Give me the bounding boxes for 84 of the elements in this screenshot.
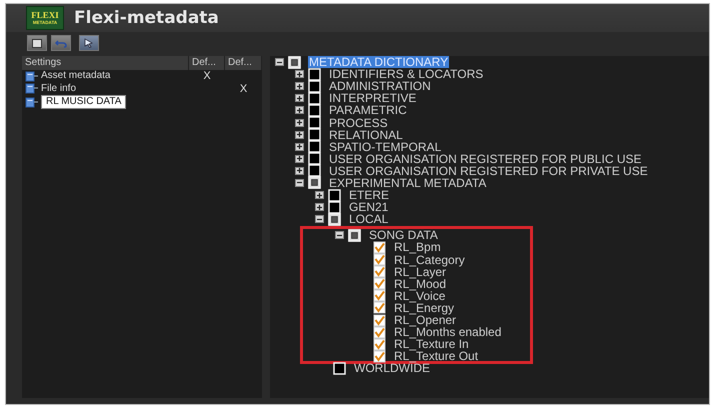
checkbox[interactable] (333, 362, 346, 375)
tree-item[interactable]: RL_Texture Out (393, 350, 480, 362)
checkbox[interactable] (308, 128, 321, 142)
logo-text: FLEXI (31, 10, 59, 20)
collapse-icon[interactable] (335, 231, 344, 240)
checkbox[interactable] (308, 152, 321, 166)
tree-item[interactable]: RL_Opener (393, 314, 458, 326)
tree-item[interactable]: RL_Voice (393, 290, 446, 302)
tree-item[interactable]: PROCESS (328, 116, 389, 129)
tree-item[interactable]: USER ORGANISATION REGISTERED FOR PUBLIC USE (328, 152, 642, 165)
tree-item[interactable]: WORLDWIDE (353, 362, 431, 374)
document-icon (25, 96, 39, 108)
tree-item[interactable]: RL_Layer (393, 266, 448, 278)
new-button[interactable] (27, 35, 47, 51)
tree-item[interactable]: RL_Texture In (393, 338, 470, 350)
checkbox[interactable] (308, 164, 321, 178)
undo-icon (55, 38, 67, 48)
checkbox[interactable] (308, 80, 321, 93)
checkbox[interactable] (308, 92, 321, 105)
expand-icon[interactable] (295, 130, 304, 139)
square-icon (32, 38, 42, 48)
checked-checkbox[interactable] (373, 326, 386, 339)
tree-item[interactable]: RELATIONAL (328, 128, 404, 141)
expand-icon[interactable] (295, 82, 304, 90)
cursor-icon (83, 38, 95, 48)
window-title: Flexi-metadata (74, 8, 219, 28)
checked-checkbox[interactable] (373, 338, 386, 351)
expand-icon[interactable] (295, 94, 304, 102)
table-cell-text: X (202, 70, 212, 82)
tree-item[interactable]: RL_Mood (393, 278, 448, 290)
rename-field[interactable]: RL MUSIC DATA (41, 95, 126, 109)
tree-item[interactable]: ETERE (348, 189, 390, 202)
tree-item[interactable]: EXPERIMENTAL METADATA (328, 176, 488, 189)
partial-checkbox[interactable] (308, 176, 321, 190)
checkbox[interactable] (308, 104, 321, 117)
checked-checkbox[interactable] (373, 240, 386, 254)
checked-checkbox[interactable] (373, 314, 386, 327)
tool-button[interactable] (79, 35, 99, 51)
checked-checkbox[interactable] (373, 301, 386, 314)
partial-checkbox[interactable] (328, 212, 341, 226)
settings-item[interactable]: File info (41, 82, 76, 95)
collapse-icon[interactable] (295, 178, 304, 187)
partial-checkbox[interactable] (348, 228, 361, 242)
expand-icon[interactable] (295, 106, 304, 114)
tree-item[interactable]: PARAMETRIC (328, 104, 408, 116)
tree-item[interactable]: USER ORGANISATION REGISTERED FOR PRIVATE USE (328, 164, 649, 177)
expand-icon[interactable] (295, 166, 304, 175)
tree-item[interactable]: LOCAL (348, 213, 390, 226)
document-icon (25, 83, 39, 94)
document-icon (25, 70, 39, 82)
checked-checkbox[interactable] (373, 277, 386, 290)
expand-icon[interactable] (295, 118, 304, 127)
column-header[interactable]: Def... (225, 56, 262, 70)
tree-item[interactable]: IDENTIFIERS & LOCATORS (328, 68, 484, 80)
tree-item[interactable]: ADMINISTRATION (328, 80, 432, 92)
checkbox[interactable] (308, 140, 321, 154)
tree-item[interactable]: INTERPRETIVE (328, 92, 418, 104)
checked-checkbox[interactable] (373, 350, 386, 363)
tree-item[interactable]: RL_Energy (393, 302, 456, 314)
expand-icon[interactable] (295, 142, 304, 151)
expand-icon[interactable] (295, 154, 304, 163)
table-cell-text: X (238, 82, 248, 95)
checked-checkbox[interactable] (373, 289, 386, 302)
collapse-icon[interactable] (275, 58, 284, 66)
settings-item[interactable]: Asset metadata (41, 70, 110, 82)
expand-icon[interactable] (315, 203, 324, 212)
tree-item[interactable]: GEN21 (348, 201, 390, 214)
tree-item[interactable]: RL_Months enabled (393, 326, 502, 338)
expand-icon[interactable] (315, 191, 324, 200)
tree-item[interactable]: SONG DATA (368, 229, 439, 242)
checkbox[interactable] (308, 68, 321, 81)
column-header[interactable]: Def... (189, 56, 225, 70)
expand-icon[interactable] (295, 70, 304, 78)
partial-checkbox[interactable] (288, 56, 301, 69)
checkbox[interactable] (328, 188, 341, 202)
column-header[interactable]: Settings (22, 56, 189, 70)
checked-checkbox[interactable] (373, 265, 386, 278)
tree-item[interactable]: SPATIO-TEMPORAL (328, 140, 442, 153)
tree-item[interactable]: RL_Bpm (393, 241, 442, 254)
checked-checkbox[interactable] (373, 253, 386, 266)
collapse-icon[interactable] (315, 215, 324, 224)
checkbox[interactable] (308, 116, 321, 130)
tree-item[interactable]: RL_Category (393, 254, 466, 266)
checkbox[interactable] (328, 200, 341, 214)
